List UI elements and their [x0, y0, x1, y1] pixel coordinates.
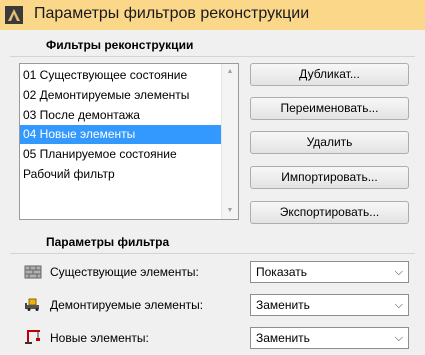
- demolished-elements-value: Заменить: [256, 298, 310, 312]
- duplicate-button[interactable]: Дубликат...: [250, 63, 409, 86]
- list-item-filter-01[interactable]: 01 Существующее состояние: [20, 66, 223, 85]
- list-item-filter-05[interactable]: 05 Планируемое состояние: [20, 145, 223, 164]
- list-item-filter-03[interactable]: 03 После демонтажа: [20, 106, 223, 125]
- params-section-heading: Параметры фильтра: [46, 235, 170, 249]
- demolished-elements-label: Демонтируемые элементы:: [50, 298, 204, 312]
- chevron-down-icon: ⌵: [394, 266, 403, 278]
- existing-elements-label: Существующие элементы:: [50, 265, 199, 279]
- demolished-elements-select[interactable]: Заменить ⌵: [250, 294, 409, 316]
- chevron-down-icon: ⌵: [394, 332, 403, 344]
- demolish-bulldozer-icon: [25, 298, 39, 311]
- list-item-working-filter[interactable]: Рабочий фильтр: [20, 165, 223, 184]
- scroll-down-icon[interactable]: ▼: [222, 203, 238, 219]
- new-elements-label: Новые элементы:: [50, 331, 149, 345]
- section-divider: [10, 253, 415, 254]
- list-item-filter-04[interactable]: 04 Новые элементы: [20, 125, 223, 144]
- new-elements-select[interactable]: Заменить ⌵: [250, 327, 409, 349]
- window-title: Параметры фильтров реконструкции: [34, 5, 310, 22]
- rename-button[interactable]: Переименовать...: [250, 97, 409, 120]
- filter-list[interactable]: 01 Существующее состояние 02 Демонтируем…: [19, 63, 239, 220]
- new-crane-icon: [25, 330, 40, 344]
- filters-section-heading: Фильтры реконструкции: [46, 38, 194, 52]
- list-scrollbar[interactable]: ▲ ▼: [221, 64, 238, 219]
- window-titlebar: Параметры фильтров реконструкции: [0, 0, 425, 31]
- section-divider: [10, 56, 415, 57]
- delete-button[interactable]: Удалить: [250, 131, 409, 154]
- archicad-logo-icon: [5, 6, 23, 24]
- new-elements-value: Заменить: [256, 331, 310, 345]
- existing-elements-value: Показать: [256, 265, 308, 279]
- scroll-up-icon[interactable]: ▲: [222, 64, 238, 80]
- chevron-down-icon: ⌵: [394, 299, 403, 311]
- export-button[interactable]: Экспортировать...: [250, 201, 409, 224]
- import-button[interactable]: Импортировать...: [250, 166, 409, 189]
- list-item-filter-02[interactable]: 02 Демонтируемые элементы: [20, 86, 223, 105]
- existing-wall-icon: [24, 265, 42, 279]
- existing-elements-select[interactable]: Показать ⌵: [250, 261, 409, 283]
